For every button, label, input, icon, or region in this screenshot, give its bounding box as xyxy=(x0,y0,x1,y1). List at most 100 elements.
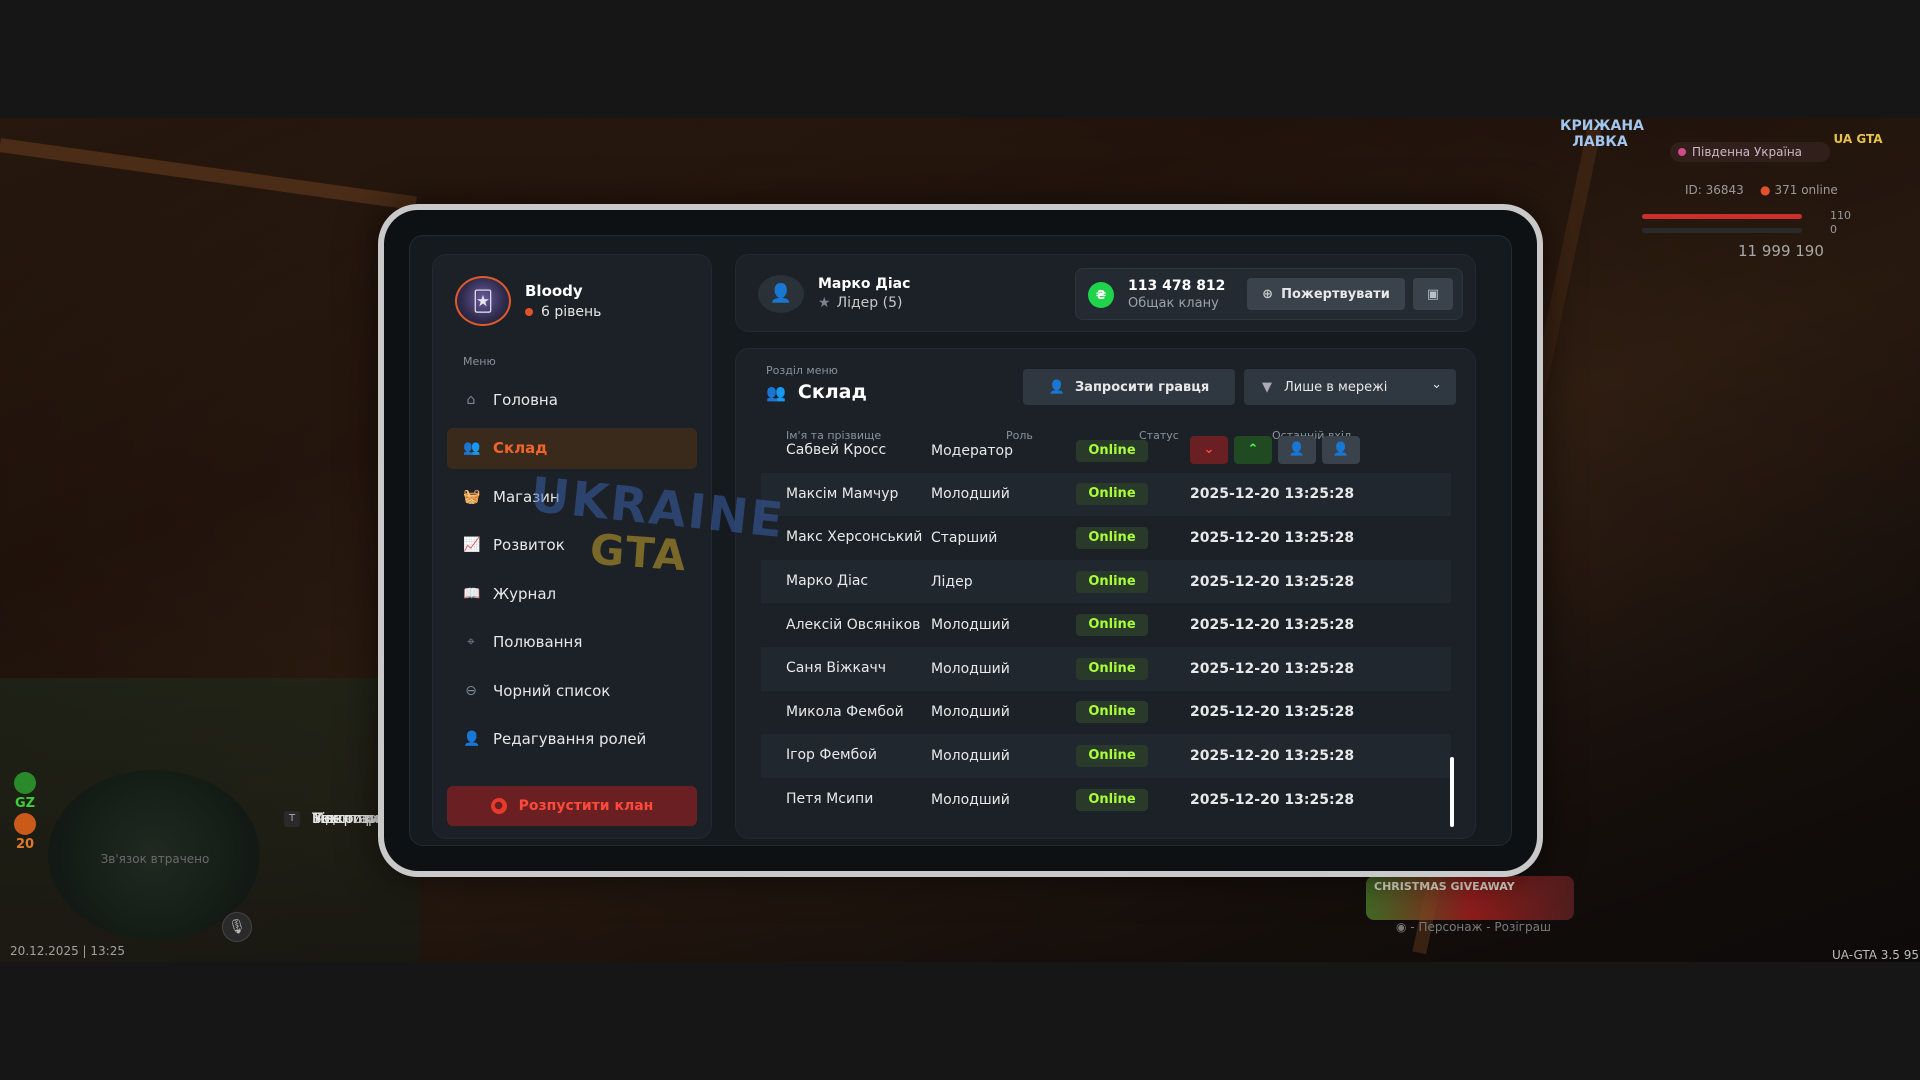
status-badge: Online xyxy=(1076,788,1148,811)
basket-icon: 🧺 xyxy=(463,488,481,505)
datetime: 20.12.2025 | 13:25 xyxy=(10,944,125,958)
table-row[interactable]: Микола Фембой Молодший Online 2025-12-20… xyxy=(761,691,1451,735)
last-login: 2025-12-20 13:25:28 xyxy=(1190,791,1355,808)
roster-panel: Розділ меню 👥 Склад 👤 Запросити гравця ▼ Ли… xyxy=(735,348,1476,839)
leader-avatar-icon: 👤 xyxy=(758,275,804,313)
status-badge: Online xyxy=(1076,439,1148,462)
sidebar-item-roster[interactable]: 👥 Склад xyxy=(447,427,697,469)
last-login: 2025-12-20 13:25:28 xyxy=(1190,573,1355,590)
table-row[interactable]: Петя Мсипи Молодший Online 2025-12-20 13… xyxy=(761,778,1451,822)
table-row[interactable]: Ігор Фембой Молодший Online 2025-12-20 1… xyxy=(761,734,1451,778)
plus-circle-icon: ⊕ xyxy=(1262,286,1274,302)
crosshair-icon: ⌖ xyxy=(467,634,475,650)
last-login: 2025-12-20 13:25:28 xyxy=(1190,486,1355,503)
member-name: Марко Діас xyxy=(786,573,869,590)
gz-indicator: GZ 20 xyxy=(12,772,38,852)
profile-block: 🃏 Bloody 6 рівень xyxy=(455,275,601,327)
gz-green-icon xyxy=(14,772,36,794)
table-row[interactable]: Алексій Овсяніков Молодший Online 2025-1… xyxy=(761,603,1451,647)
user-add-icon: 👤 xyxy=(1332,442,1350,458)
sidebar-item-home[interactable]: ⌂ Головна xyxy=(447,379,697,420)
member-name: Сабвей Кросс xyxy=(786,442,887,459)
member-name: Алексій Овсяніков xyxy=(786,616,921,633)
sidebar-item-shop[interactable]: 🧺 Магазин xyxy=(447,476,697,517)
armor-bar xyxy=(1642,228,1802,233)
page-title: 👥 Склад xyxy=(766,381,867,403)
member-role: Молодший xyxy=(931,747,1010,764)
leader-name: Марко Діас xyxy=(818,276,911,292)
wallet-button[interactable]: ▣ xyxy=(1413,278,1453,310)
chevron-down-icon: ⌄ xyxy=(1203,442,1215,458)
user-remove-icon: 👤 xyxy=(1288,442,1306,458)
status-badge: Online xyxy=(1076,657,1148,680)
event-logo: КРИЖАНА ЛАВКА xyxy=(1560,118,1644,150)
member-role: Лідер xyxy=(931,573,973,590)
status-badge: Online xyxy=(1076,744,1148,767)
invite-player-button[interactable]: 👤 Запросити гравця xyxy=(1023,369,1235,405)
chart-icon: 📈 xyxy=(463,537,481,553)
filter-icon: ▼ xyxy=(1262,379,1272,395)
sidebar-item-blacklist[interactable]: ⊖ Чорний список xyxy=(447,670,697,711)
sidebar-item-journal[interactable]: 📖 Журнал xyxy=(447,573,697,614)
table-row[interactable]: Саня Віжкачч Молодший Online 2025-12-20 … xyxy=(761,647,1451,691)
donate-button[interactable]: ⊕ Пожертвувати xyxy=(1247,278,1405,310)
online-count: 371 online xyxy=(1760,183,1837,197)
promote-button[interactable]: ⌃ xyxy=(1234,435,1272,464)
table-row[interactable]: Макс Херсонський Старший Online 2025-12-… xyxy=(761,516,1451,560)
letterbox-top xyxy=(0,0,1920,118)
hud-top-right: КРИЖАНА ЛАВКА Південна Україна UA GTA ID… xyxy=(1560,118,1900,268)
health-bar xyxy=(1642,214,1802,219)
leader-role: ★ Лідер (5) xyxy=(818,295,903,311)
armor-value: 0 xyxy=(1830,223,1837,236)
last-login: 2025-12-20 13:25:28 xyxy=(1190,704,1355,721)
member-name: Максім Мамчур xyxy=(786,485,899,502)
table-row[interactable]: Сабвей Кросс Модератор Online ⌄ ⌃ 👤 👤 xyxy=(761,429,1451,473)
member-role: Молодший xyxy=(931,486,1010,503)
bank-amount: 113 478 812 xyxy=(1128,278,1226,294)
sidebar-item-role-editing[interactable]: 👤 Редагування ролей xyxy=(447,719,697,760)
group-icon: 👥 xyxy=(766,382,786,402)
user-edit-icon: 👤 xyxy=(463,731,481,747)
chevron-up-icon: ⌃ xyxy=(1247,442,1259,458)
table-row[interactable]: Максім Мамчур Молодший Online 2025-12-20… xyxy=(761,472,1451,517)
giveaway-caption: - Персонаж - Розіграш xyxy=(1396,920,1551,934)
transfer-leader-button[interactable]: 👤 xyxy=(1322,435,1360,464)
status-badge: Online xyxy=(1076,570,1148,593)
group-icon: 👥 xyxy=(463,440,481,456)
member-role: Молодший xyxy=(931,617,1010,634)
sidebar-item-development[interactable]: 📈 Розвиток xyxy=(447,525,697,566)
last-login: 2025-12-20 13:25:28 xyxy=(1190,617,1355,634)
block-icon: ⊖ xyxy=(465,682,477,699)
member-role: Старший xyxy=(931,529,998,546)
minimap-signal-lost: Зв'язок втрачено xyxy=(100,852,210,866)
sidebar-item-hunting[interactable]: ⌖ Полювання xyxy=(447,622,697,663)
clan-header: 👤 Марко Діас ★ Лідер (5) ₴ 113 478 812 Об… xyxy=(735,254,1476,332)
online-filter-select[interactable]: ▼ Лише в мережі ⌄ xyxy=(1244,369,1456,405)
book-icon: 📖 xyxy=(463,585,481,602)
table-scrollbar[interactable] xyxy=(1450,757,1454,827)
member-name: Петя Мсипи xyxy=(786,791,874,808)
health-value: 110 xyxy=(1830,209,1851,222)
giveaway-banner[interactable]: CHRISTMAS GIVEAWAY xyxy=(1366,876,1574,920)
kick-button[interactable]: 👤 xyxy=(1278,435,1316,464)
status-badge: Online xyxy=(1076,614,1148,637)
row-actions: ⌄ ⌃ 👤 👤 xyxy=(1190,435,1366,464)
table-row[interactable]: Марко Діас Лідер Online 2025-12-20 13:25… xyxy=(761,559,1451,604)
game-logo: UA GTA xyxy=(1833,132,1883,146)
demote-button[interactable]: ⌄ xyxy=(1190,435,1228,464)
disband-clan-button[interactable]: ● Розпустити клан xyxy=(447,786,697,826)
status-badge: Online xyxy=(1076,701,1148,724)
wallet-icon: ▣ xyxy=(1426,286,1440,302)
chevron-down-icon: ⌄ xyxy=(1431,377,1442,392)
member-role: Молодший xyxy=(931,791,1010,808)
last-login: 2025-12-20 13:25:28 xyxy=(1190,747,1355,764)
gz-value: 20 xyxy=(15,837,35,852)
member-name: Ігор Фембой xyxy=(786,747,877,764)
menu-title: Меню xyxy=(463,355,496,368)
disband-icon: ● xyxy=(490,798,507,814)
member-name: Саня Віжкачч xyxy=(786,660,887,677)
star-icon: ★ xyxy=(818,295,831,311)
clan-tablet: 🃏 Bloody 6 рівень Меню ⌂ Головна 👥 Склад 🧺… xyxy=(378,204,1543,877)
status-badge: Online xyxy=(1076,526,1148,549)
server-name: Південна Україна xyxy=(1670,142,1830,162)
